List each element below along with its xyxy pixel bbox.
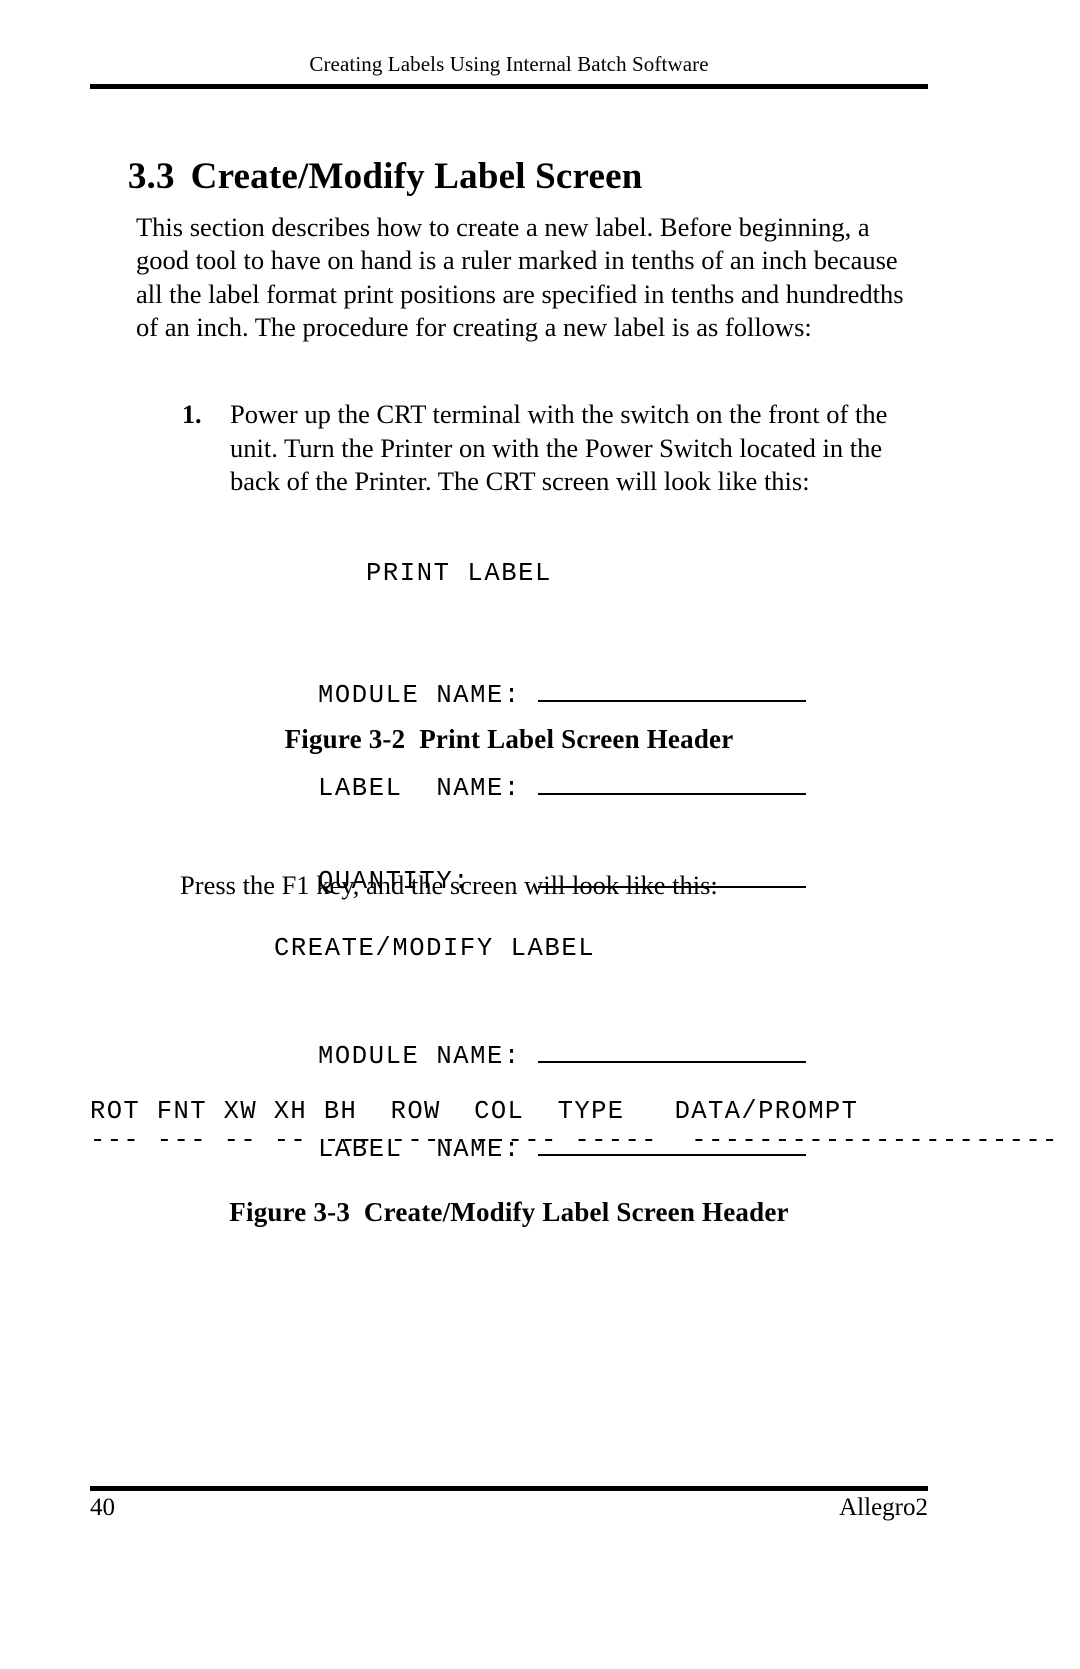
field-row-module-name-2: MODULE NAME:	[318, 1041, 806, 1072]
create-modify-label-screen-title: CREATE/MODIFY LABEL	[274, 934, 596, 963]
step-number: 1.	[182, 400, 202, 429]
print-label-screen-title: PRINT LABEL	[366, 559, 552, 588]
field-label-module-name: MODULE NAME:	[318, 681, 521, 710]
field-label-label-name: LABEL NAME:	[318, 774, 521, 803]
field-row-module-name: MODULE NAME:	[318, 680, 806, 711]
footer-product-name: Allegro2	[839, 1494, 928, 1521]
field-blank-module-name-2[interactable]	[537, 1061, 806, 1063]
figure-caption-3-2: Figure 3-2 Print Label Screen Header	[284, 724, 734, 754]
section-number: 3.3	[127, 156, 175, 197]
field-label-module-name-2: MODULE NAME:	[318, 1042, 521, 1071]
figure-caption-3-3: Figure 3-3 Create/Modify Label Screen He…	[229, 1197, 789, 1227]
press-f1-text: Press the F1 key, and the screen will lo…	[180, 870, 718, 900]
column-header-block: ROT FNT XW XH BH ROW COL TYPE DATA/PROMP…	[90, 1097, 1059, 1155]
document-page: Creating Labels Using Internal Batch Sof…	[0, 0, 1080, 1669]
step-item-1: 1. Power up the CRT terminal with the sw…	[182, 398, 930, 499]
print-label-screen-fields: MODULE NAME: LABEL NAME: QUANTITY:	[318, 618, 806, 959]
column-header-rule: --- --- -- -- --- ---- ----- ----- -----…	[90, 1126, 1059, 1155]
column-header-row: ROT FNT XW XH BH ROW COL TYPE DATA/PROMP…	[90, 1097, 859, 1126]
intro-paragraph: This section describes how to create a n…	[136, 211, 904, 343]
field-blank-label-name[interactable]	[537, 793, 806, 795]
running-header: Creating Labels Using Internal Batch Sof…	[309, 52, 709, 76]
footer-rule	[90, 1486, 928, 1491]
section-title: Create/Modify Label Screen	[190, 156, 643, 197]
header-rule	[90, 84, 928, 89]
field-blank-module-name[interactable]	[537, 700, 806, 702]
field-row-label-name: LABEL NAME:	[318, 773, 806, 804]
step-text: Power up the CRT terminal with the switc…	[230, 399, 888, 497]
page-number: 40	[90, 1494, 115, 1521]
